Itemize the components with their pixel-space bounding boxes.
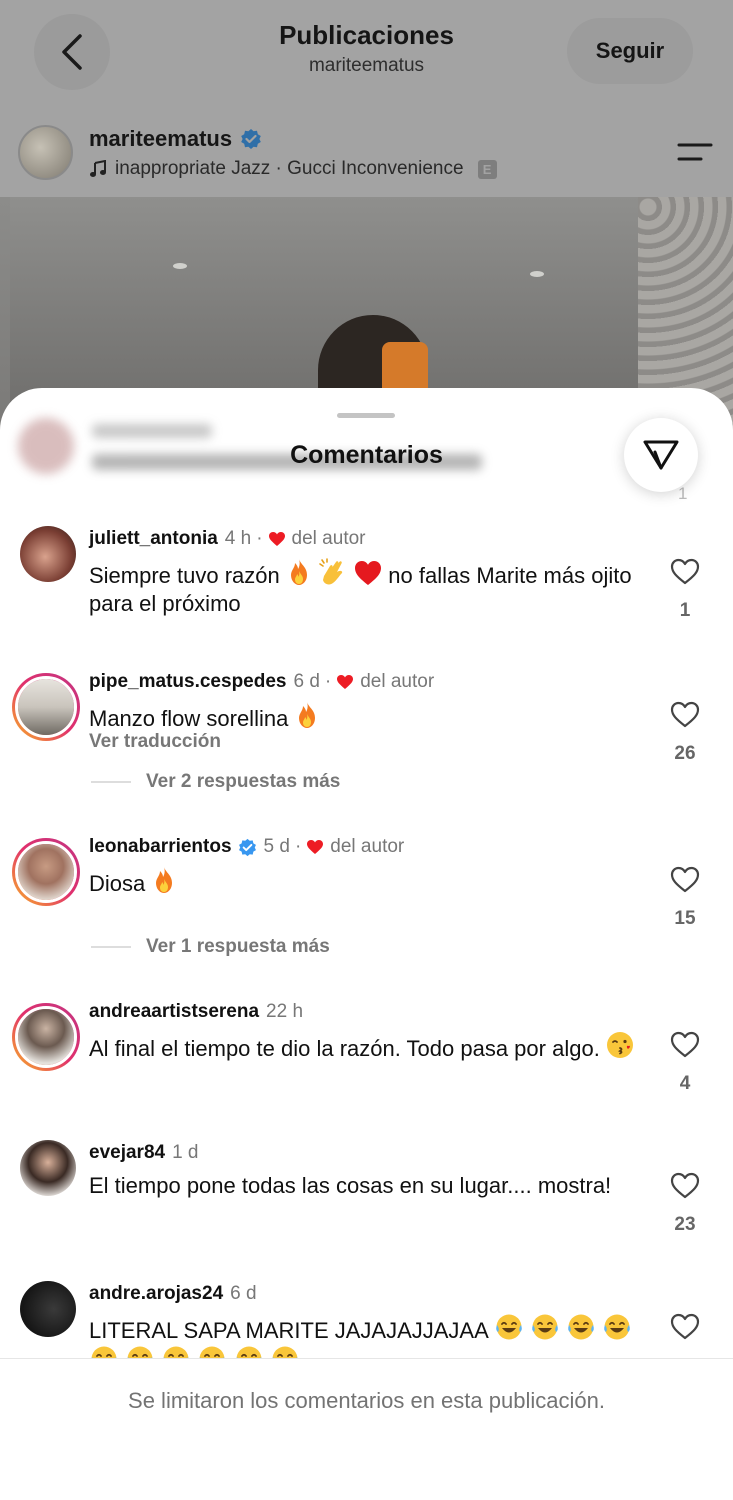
view-replies-label: Ver 1 respuesta más: [146, 936, 330, 957]
view-replies-label: Ver 2 respuestas más: [146, 771, 341, 792]
comment-header: leonabarrientos 5 d · del autor: [89, 836, 405, 858]
comment-text-part: LITERAL SAPA MARITE JAJAJAJJAJAA: [89, 1318, 488, 1343]
like-group: 23: [664, 1172, 706, 1236]
comment-avatar[interactable]: [20, 526, 76, 582]
top-bar: Publicaciones mariteematus Seguir: [0, 0, 733, 100]
like-heart-icon[interactable]: [670, 866, 700, 893]
ceiling-light: [173, 263, 187, 269]
comment-header: juliett_antonia 4 h · del autor: [89, 528, 366, 550]
author-heart-icon: [268, 532, 285, 546]
comment-time: 4 h: [224, 528, 252, 549]
comments-sheet: 1 Comentarios juliett_antonia 4 h · del …: [0, 388, 733, 1500]
comment-username[interactable]: juliett_antonia: [89, 528, 218, 550]
comment-avatar[interactable]: [20, 1140, 76, 1196]
comment-header: andreaartistserena 22 h: [89, 1001, 303, 1023]
menu-icon[interactable]: [677, 140, 713, 164]
clapping-hands-emoji-icon: [319, 558, 343, 585]
fire-emoji-icon: [299, 702, 316, 728]
verified-badge-icon: [241, 129, 261, 149]
like-group: [664, 1313, 706, 1345]
like-count: 23: [674, 1214, 696, 1235]
music-note-icon: [90, 160, 106, 177]
comment-time: 22 h: [266, 1001, 304, 1022]
post-author[interactable]: mariteematus: [89, 126, 262, 152]
comment-avatar[interactable]: [20, 1281, 76, 1337]
comment-avatar-story-ring[interactable]: [12, 1003, 80, 1071]
music-track: inappropriate Jazz · Gucci Inconvenience: [115, 158, 464, 179]
like-group: 15: [664, 866, 706, 930]
like-count: 15: [674, 908, 696, 929]
ceiling-light: [530, 271, 544, 277]
like-heart-icon[interactable]: [670, 1172, 700, 1199]
comment-text: Diosa: [89, 866, 649, 898]
like-group: 1: [664, 558, 706, 622]
comment-text-part: Manzo flow sorellina: [89, 706, 289, 731]
fire-emoji-icon: [290, 559, 307, 585]
like-count: 4: [679, 1073, 691, 1094]
post-music[interactable]: inappropriate Jazz · Gucci Inconvenience…: [89, 158, 497, 180]
like-group: 4: [664, 1031, 706, 1095]
red-heart-emoji-icon: [355, 561, 382, 585]
comment-avatar-story-ring[interactable]: [12, 838, 80, 906]
comment-username[interactable]: evejar84: [89, 1142, 165, 1164]
kissing-face-emoji-icon: [606, 1032, 633, 1058]
laughing-tears-emoji-icon: [604, 1314, 630, 1340]
comment-time: 1 d: [172, 1142, 199, 1163]
like-group: 26: [664, 701, 706, 765]
comment-header: pipe_matus.cespedes 6 d · del autor: [89, 671, 435, 693]
follow-button[interactable]: Seguir: [567, 18, 693, 84]
author-heart-icon: [337, 675, 354, 689]
author-heart-icon: [307, 840, 324, 854]
fire-emoji-icon: [156, 867, 173, 893]
laughing-tears-emoji-icon: [532, 1314, 558, 1340]
view-replies[interactable]: Ver 1 respuesta más: [91, 936, 330, 958]
liked-by-author: del autor: [360, 671, 435, 692]
comment-time: 6 d: [230, 1283, 257, 1304]
like-count: 26: [674, 743, 696, 764]
like-heart-icon[interactable]: [670, 558, 700, 585]
comments-limited-footer: Se limitaron los comentarios en esta pub…: [0, 1358, 733, 1500]
comment-avatar-story-ring[interactable]: [12, 673, 80, 741]
filter-button[interactable]: [624, 418, 698, 492]
comment-header: evejar84 1 d: [89, 1142, 199, 1164]
explicit-badge: E: [477, 159, 497, 179]
comment-text: Al final el tiempo te dio la razón. Todo…: [89, 1031, 649, 1063]
comment-text-part: Diosa: [89, 871, 146, 896]
comment-text: Manzo flow sorellina: [89, 701, 649, 733]
post-author-avatar[interactable]: [18, 125, 73, 180]
comment-username[interactable]: andre.arojas24: [89, 1283, 223, 1305]
comments-limited-notice: Se limitaron los comentarios en esta pub…: [128, 1388, 605, 1413]
comment-text-part: Siempre tuvo razón: [89, 563, 280, 588]
verified-badge-icon: [238, 838, 256, 856]
like-count: 1: [679, 600, 691, 621]
post-author-username: mariteematus: [89, 126, 233, 151]
view-replies[interactable]: Ver 2 respuestas más: [91, 771, 340, 793]
comment-username[interactable]: leonabarrientos: [89, 836, 232, 858]
like-heart-icon[interactable]: [670, 701, 700, 728]
liked-by-author: del autor: [330, 836, 405, 857]
comment-text-part: Al final el tiempo te dio la razón. Todo…: [89, 1036, 600, 1061]
laughing-tears-emoji-icon: [495, 1314, 522, 1340]
translate-link[interactable]: Ver traducción: [89, 731, 221, 753]
comment-username[interactable]: pipe_matus.cespedes: [89, 671, 286, 693]
comment-header: andre.arojas24 6 d: [89, 1283, 257, 1305]
comment-text: Siempre tuvo razón no fallas Marite más …: [89, 558, 649, 618]
comment-time: 6 d: [293, 671, 320, 692]
filter-icon: [643, 440, 679, 470]
like-heart-icon[interactable]: [670, 1313, 700, 1340]
laughing-tears-emoji-icon: [568, 1314, 594, 1340]
comment-username[interactable]: andreaartistserena: [89, 1001, 259, 1023]
like-heart-icon[interactable]: [670, 1031, 700, 1058]
post-header: mariteematus inappropriate Jazz · Gucci …: [0, 100, 733, 197]
comment-time: 5 d: [263, 836, 290, 857]
liked-by-author: del autor: [291, 528, 366, 549]
comment-text: El tiempo pone todas las cosas en su lug…: [89, 1173, 612, 1198]
